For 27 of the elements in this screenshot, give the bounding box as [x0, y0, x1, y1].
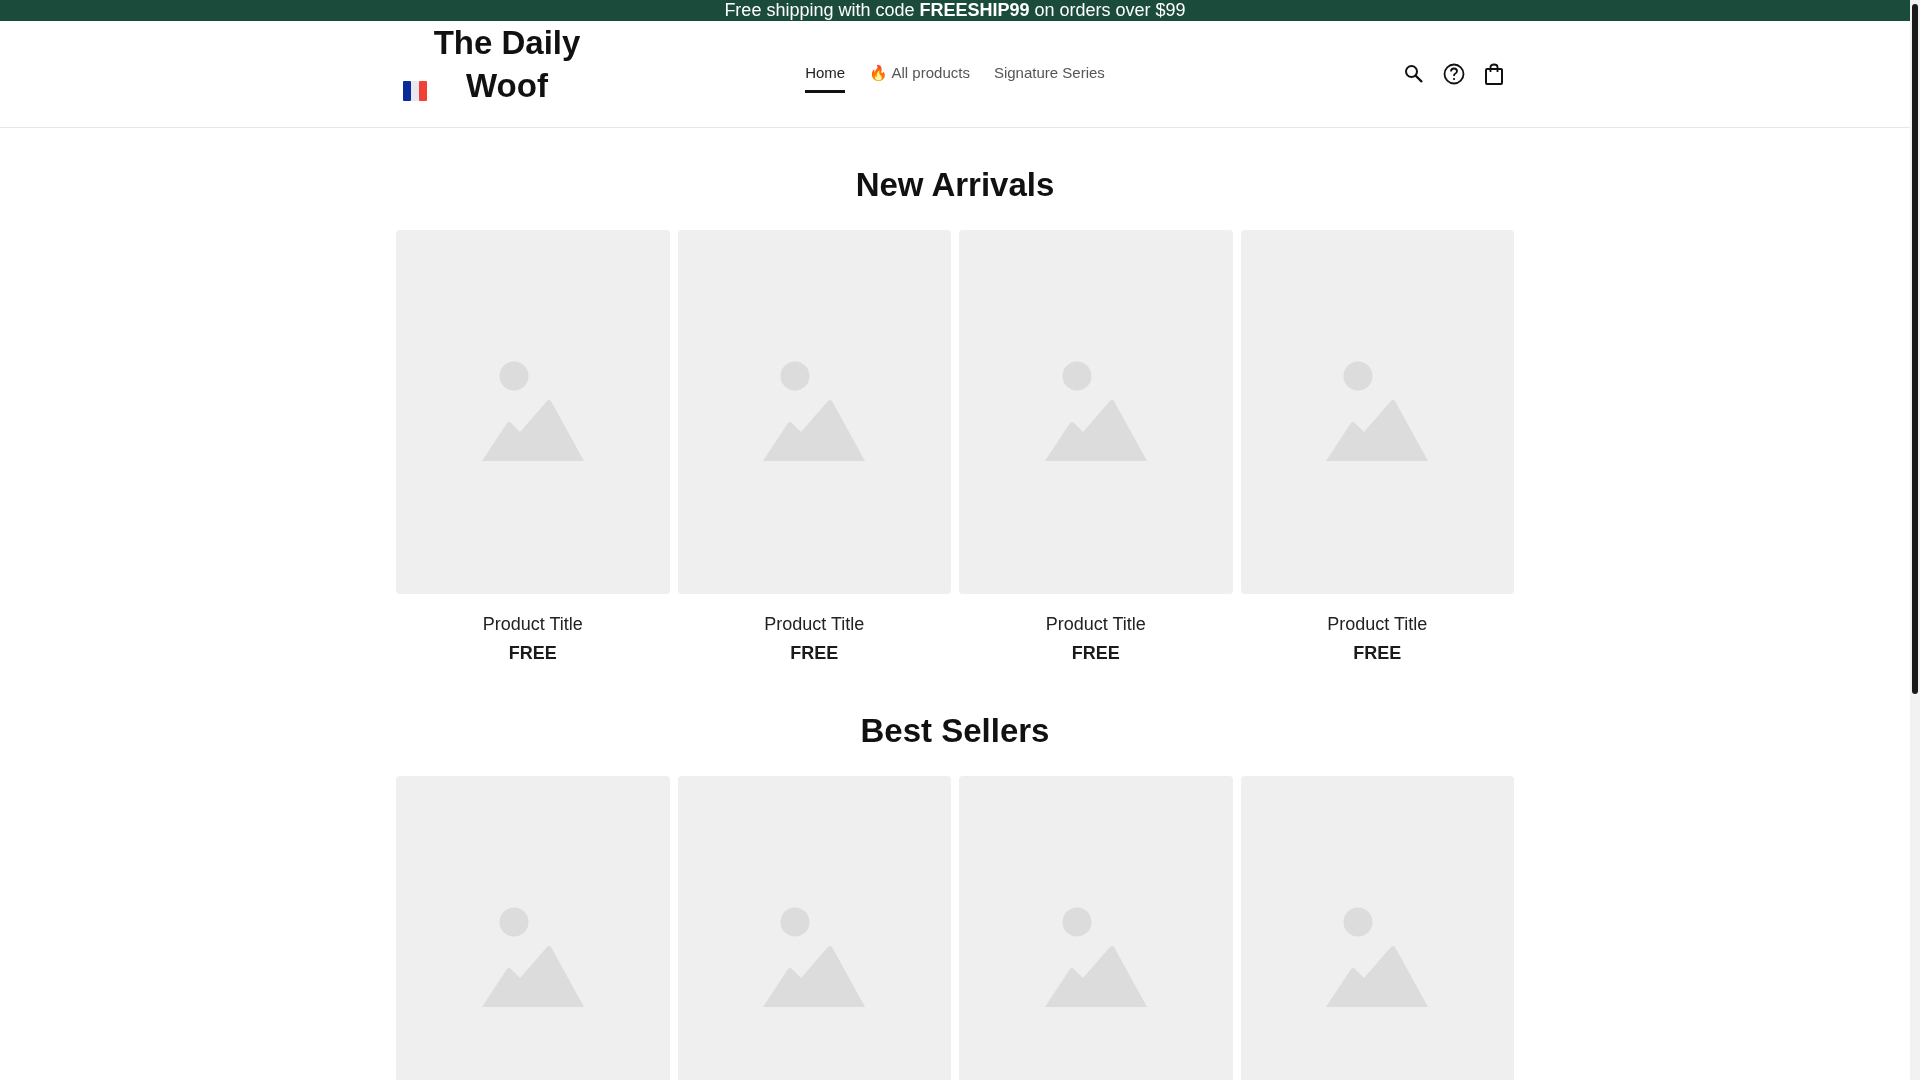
image-placeholder[interactable]: [1240, 776, 1514, 1080]
scrollbar[interactable]: [1910, 0, 1920, 1080]
shopping-bag-icon[interactable]: [1482, 62, 1506, 86]
image-placeholder[interactable]: [677, 230, 951, 594]
image-placeholder[interactable]: [396, 230, 670, 594]
image-placeholder[interactable]: [396, 776, 670, 1080]
image-placeholder[interactable]: [677, 776, 951, 1080]
image-placeholder[interactable]: [959, 230, 1233, 594]
product-title[interactable]: Product Title: [1327, 614, 1428, 635]
store-logo[interactable]: The Daily Woof: [432, 21, 582, 107]
section-heading: Best Sellers: [860, 712, 1050, 750]
nav-link[interactable]: Signature Series: [993, 55, 1105, 93]
image-placeholder[interactable]: [1240, 230, 1514, 594]
product-price: FREE: [1353, 643, 1402, 664]
product-title[interactable]: Product Title: [1045, 614, 1146, 635]
help-icon[interactable]: [1442, 62, 1466, 86]
product-title[interactable]: Product Title: [764, 614, 865, 635]
announcement-text: Free shipping with code FREESHIP99 on orders over $99: [724, 0, 1186, 21]
flag-icon[interactable]: [402, 79, 428, 103]
product-price: FREE: [790, 643, 839, 664]
nav-link[interactable]: 🔥 All products: [869, 55, 970, 93]
product-price: FREE: [508, 643, 557, 664]
product-title[interactable]: Product Title: [482, 614, 583, 635]
product-price: FREE: [1071, 643, 1120, 664]
image-placeholder[interactable]: [959, 776, 1233, 1080]
nav-link[interactable]: Home: [805, 55, 846, 93]
section-heading: New Arrivals: [855, 166, 1055, 204]
